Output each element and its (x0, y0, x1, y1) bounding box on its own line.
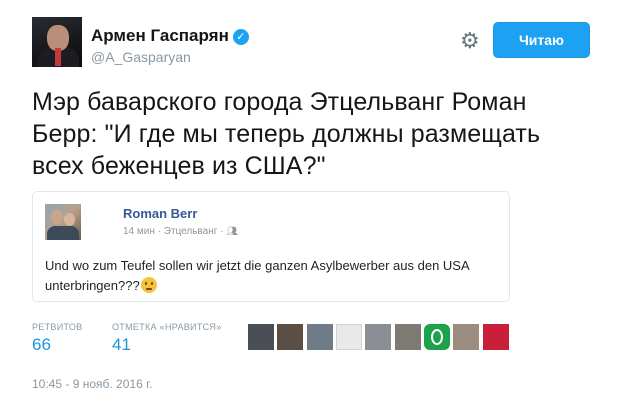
liker-avatar-5[interactable] (365, 324, 391, 350)
people-icon: 👥︎ (226, 226, 238, 236)
quoted-post-text: Und wo zum Teufel sollen wir jetzt die g… (45, 256, 505, 296)
verified-badge-icon: ✓ (232, 29, 249, 45)
liker-avatar-8[interactable] (453, 324, 479, 350)
liker-avatar-7[interactable] (424, 324, 450, 350)
likes-label[interactable]: ОТМЕТКА «НРАВИТСЯ» (112, 322, 222, 332)
likes-count[interactable]: 41 (112, 335, 131, 355)
liker-avatar-6[interactable] (395, 324, 421, 350)
author-name-text[interactable]: Армен Гаспарян (91, 26, 229, 45)
tweet-card: Армен Гаспарян ✓ @A_Gasparyan ⚙ Читаю Мэр… (0, 0, 620, 400)
liker-avatar-9[interactable] (483, 324, 509, 350)
author-handle[interactable]: @A_Gasparyan (91, 49, 191, 65)
liker-avatar-3[interactable] (307, 324, 333, 350)
quoted-author-avatar[interactable] (45, 204, 81, 240)
author-avatar[interactable] (32, 17, 82, 67)
retweets-label[interactable]: РЕТВИТОВ (32, 322, 82, 332)
gear-icon[interactable]: ⚙ (460, 30, 480, 52)
tweet-text: Мэр баварского города Этцельванг Роман Б… (32, 88, 541, 180)
follow-button[interactable]: Читаю (493, 22, 590, 58)
liker-avatar-2[interactable] (277, 324, 303, 350)
tweet-timestamp[interactable]: 10:45 - 9 нояб. 2016 г. (32, 377, 152, 391)
quoted-post-text-body: Und wo zum Teufel sollen wir jetzt die g… (45, 258, 469, 293)
quoted-post-card[interactable]: Roman Berr 14 мин · Этцельванг · 👥︎ Und … (32, 191, 510, 302)
retweets-count[interactable]: 66 (32, 335, 51, 355)
quoted-post-meta: 14 мин · Этцельванг · 👥︎ (123, 226, 238, 237)
quoted-author-name[interactable]: Roman Berr (123, 206, 197, 221)
thinking-face-icon (140, 277, 157, 293)
liker-avatar-4[interactable] (336, 324, 362, 350)
quoted-post-meta-text: 14 мин · Этцельванг · (123, 226, 224, 237)
author-name[interactable]: Армен Гаспарян ✓ (91, 26, 249, 46)
liker-avatar-1[interactable] (248, 324, 274, 350)
